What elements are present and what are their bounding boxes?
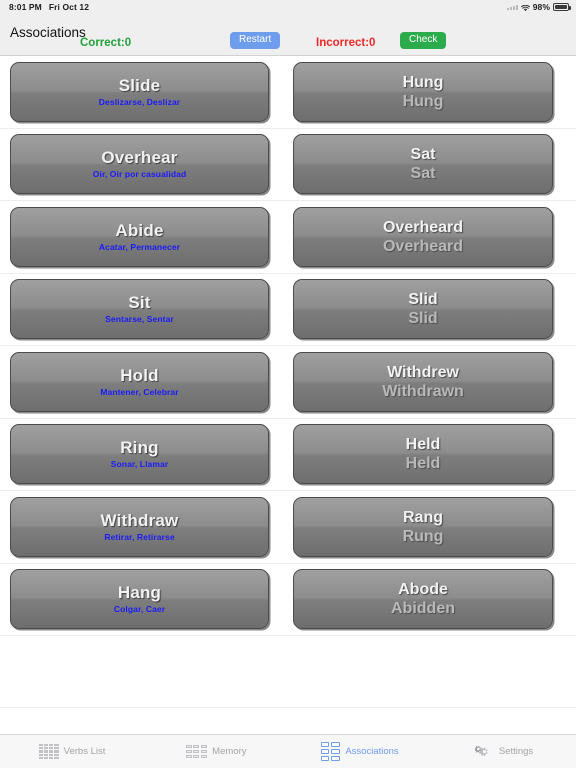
memory-icon [185,744,208,759]
verb-past-tense: Overheard [382,218,464,236]
verb-card-right[interactable]: Sat Sat [293,134,553,195]
verb-infinitive: Hang [117,583,162,603]
status-bar-left: 8:01 PM Fri Oct 12 [9,2,89,12]
app-root: 8:01 PM Fri Oct 12 98% Associations Rest… [0,0,576,768]
tab-label: Memory [212,746,247,757]
battery-percent: 98% [532,2,550,12]
association-row: Hold Mantener, Celebrar Withdrew Withdrawn [0,346,576,419]
association-row: Overhear Oir, Oir por casualidad Sat Sat [0,129,576,201]
verb-card-left[interactable]: Slide Deslizarse, Deslizar [10,61,269,122]
board-empty-area [0,636,576,708]
verb-past-participle: Withdrawn [382,382,464,400]
verb-card-right[interactable]: Withdrew Withdrawn [293,351,553,412]
verb-infinitive: Sit [128,293,151,313]
verb-card-right[interactable]: Overheard Overheard [293,206,553,267]
association-row: Sit Sentarse, Sentar Slid Slid [0,274,576,346]
verb-card-left[interactable]: Ring Sonar, Llamar [10,424,269,485]
tab-settings[interactable]: Settings [432,735,576,768]
verb-translation: Oir, Oir por casualidad [92,169,187,180]
verb-past-tense: Rang [403,508,443,526]
verb-card-right[interactable]: Hung Hung [293,61,553,122]
verb-past-participle: Hung [402,92,444,110]
verb-card-left[interactable]: Abide Acatar, Permanecer [10,206,269,267]
verb-past-tense: Abode [398,581,448,599]
verb-past-participle: Overheard [382,237,464,255]
association-row: Slide Deslizarse, Deslizar Hung Hung [0,56,576,129]
verb-past-participle: Sat [410,165,436,183]
verb-translation: Retirar, Retirarse [104,531,175,542]
verb-past-participle: Abidden [391,600,455,618]
correct-score: Correct:0 [80,37,132,49]
verb-past-tense: Held [405,436,441,454]
verb-card-left[interactable]: Overhear Oir, Oir por casualidad [10,134,269,195]
tab-bar: Verbs List Memory Associations Settings [0,734,576,768]
verb-card-right[interactable]: Held Held [293,424,553,485]
status-date: Fri Oct 12 [48,2,90,12]
verb-past-tense: Slid [408,291,438,309]
verb-translation: Sentarse, Sentar [105,314,174,325]
associations-icon [321,742,341,761]
verbs-list-icon [38,743,59,760]
verb-infinitive: Hold [120,365,159,385]
verb-past-participle: Held [405,455,441,473]
verb-past-tense: Withdrew [387,363,459,381]
incorrect-score: Incorrect:0 [316,37,376,49]
verb-card-right[interactable]: Slid Slid [293,279,553,340]
verb-translation: Colgar, Caer [113,604,166,615]
score-row: Correct:0 Incorrect:0 [0,37,576,53]
associations-board: Slide Deslizarse, Deslizar Hung Hung Overhea… [0,56,576,708]
verb-translation: Acatar, Permanecer [98,241,181,252]
verb-infinitive: Withdraw [100,510,179,530]
verb-infinitive: Ring [120,438,159,458]
tab-associations[interactable]: Associations [288,735,432,768]
status-bar-right: 98% [506,2,571,12]
verb-past-participle: Rung [402,527,444,545]
status-bar: 8:01 PM Fri Oct 12 98% [0,0,576,14]
battery-icon [553,3,571,11]
verb-infinitive: Overhear [101,148,178,168]
status-time: 8:01 PM [9,2,42,12]
signal-dots-icon [506,4,518,10]
tab-memory[interactable]: Memory [144,735,288,768]
verb-card-left[interactable]: Sit Sentarse, Sentar [10,279,269,340]
verb-infinitive: Slide [118,75,161,95]
verb-past-tense: Hung [402,73,444,91]
settings-gears-icon [474,744,494,759]
verb-card-left[interactable]: Withdraw Retirar, Retirarse [10,496,269,557]
verb-translation: Sonar, Llamar [110,459,169,470]
tab-label: Associations [345,746,399,757]
tab-label: Settings [498,746,534,757]
wifi-icon [520,4,530,11]
verb-card-left[interactable]: Hang Colgar, Caer [10,569,269,630]
tab-label: Verbs List [63,746,106,757]
verb-card-left[interactable]: Hold Mantener, Celebrar [10,351,269,412]
association-row: Hang Colgar, Caer Abode Abidden [0,564,576,636]
association-row: Abide Acatar, Permanecer Overheard Overhear… [0,201,576,274]
verb-translation: Mantener, Celebrar [100,386,179,397]
verb-card-right[interactable]: Abode Abidden [293,569,553,630]
verb-card-right[interactable]: Rang Rung [293,496,553,557]
tab-verbs-list[interactable]: Verbs List [0,735,144,768]
verb-past-tense: Sat [410,146,436,164]
verb-past-participle: Slid [408,310,438,328]
verb-translation: Deslizarse, Deslizar [98,96,181,107]
association-row: Withdraw Retirar, Retirarse Rang Rung [0,491,576,564]
association-row: Ring Sonar, Llamar Held Held [0,419,576,491]
verb-infinitive: Abide [115,220,164,240]
